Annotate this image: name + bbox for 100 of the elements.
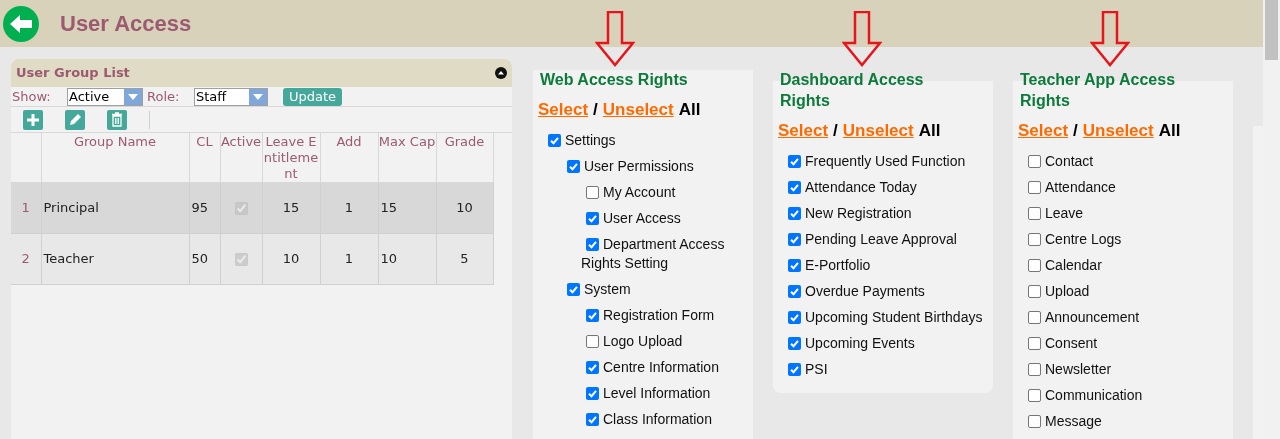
add-icon[interactable] [23,109,43,130]
column-header[interactable]: Group Name [41,133,189,183]
checkbox-label[interactable]: Contact [1013,152,1233,171]
dropdown[interactable]: Staff [194,87,268,106]
checkbox[interactable] [1028,310,1041,324]
table-cell: Teacher [41,233,189,285]
checkbox-label[interactable]: Frequently Used Function [773,152,993,171]
checkbox[interactable] [788,284,801,298]
checkbox[interactable] [788,258,801,272]
checkbox-label[interactable]: Upcoming Events [773,334,993,353]
collapse-icon[interactable] [495,67,507,79]
table-cell: 10 [262,233,320,285]
checkbox[interactable] [1028,232,1041,246]
column-header[interactable]: Grade [436,133,493,183]
column-header[interactable]: Max Cap [378,133,436,183]
down-arrow-icon [595,11,635,67]
checkbox-label[interactable]: Leave [1013,204,1233,223]
table-cell: 15 [378,182,436,234]
checkbox[interactable] [1028,180,1041,194]
down-arrow-icon [1090,11,1130,67]
column-header[interactable]: Leave Entitlement [262,133,320,183]
checkbox-label[interactable]: Attendance Today [773,178,993,197]
checkbox[interactable] [586,308,599,322]
checkbox[interactable] [1028,414,1041,428]
checkbox-label[interactable]: Registration Form [533,306,753,325]
checkbox[interactable] [788,310,801,324]
checkbox[interactable] [548,133,561,147]
checkbox-label[interactable]: Announcement [1013,308,1233,327]
checkbox[interactable] [1028,336,1041,350]
checkbox[interactable] [1028,258,1041,272]
checkbox-label[interactable]: Centre Logs [1013,230,1233,249]
scrollbar[interactable] [1263,0,1280,439]
table-cell: 95 [189,182,220,234]
checkbox[interactable] [1028,388,1041,402]
checkbox[interactable] [1028,362,1041,376]
checkbox[interactable] [788,180,801,194]
checkbox[interactable] [788,206,801,220]
checkbox-label[interactable]: Logo Upload [533,332,753,351]
checkbox-label[interactable]: Settings [533,131,753,150]
checkbox-label[interactable]: Upcoming Student Birthdays [773,308,993,327]
checkbox-label[interactable]: Class Information [533,410,753,429]
panel-title: User Group List [16,64,130,83]
checkbox-label[interactable]: System [533,280,753,299]
all-label: All [918,120,941,142]
checkbox-label[interactable]: Newsletter [1013,360,1233,379]
checkbox[interactable] [586,185,599,199]
section-title: Dashboard Access Rights [779,70,925,111]
checkbox[interactable] [567,282,580,296]
checkbox-label[interactable]: User Access [533,209,753,228]
checkbox[interactable] [586,237,599,251]
separator: / [1073,120,1078,142]
checkbox[interactable] [586,211,599,225]
table-cell: 10 [436,182,493,234]
checkbox[interactable] [586,386,599,400]
caret-icon[interactable] [128,93,138,100]
checkbox-label[interactable]: Upload [1013,282,1233,301]
checkbox-label[interactable]: Pending Leave Approval [773,230,993,249]
checkbox[interactable] [586,412,599,426]
checkbox-label[interactable]: Consent [1013,334,1233,353]
edit-icon[interactable] [65,109,85,130]
checkbox-label[interactable]: Centre Information [533,358,753,377]
checkbox-label[interactable]: Overdue Payments [773,282,993,301]
checkbox-label[interactable]: Calendar [1013,256,1233,275]
checkbox[interactable] [1028,154,1041,168]
table-cell: 15 [262,182,320,234]
table-cell: 50 [189,233,220,285]
checkbox[interactable] [1028,284,1041,298]
checkbox[interactable] [567,159,580,173]
checkbox[interactable] [1028,206,1041,220]
checkbox[interactable] [788,232,801,246]
table-cell: 1 [11,182,41,234]
all-label: All [1158,120,1181,142]
all-label: All [678,99,701,121]
checkbox-label[interactable]: New Registration [773,204,993,223]
table-cell: 1 [320,182,378,234]
checkbox-label[interactable]: User Permissions [533,157,753,176]
separator: / [833,120,838,142]
checkbox-label[interactable]: Message [1013,412,1233,431]
checkbox[interactable] [586,334,599,348]
table-cell: Principal [41,182,189,234]
trash-icon[interactable] [107,109,127,130]
checkbox[interactable] [788,362,801,376]
table-cell: 5 [436,233,493,285]
checkbox-label[interactable]: My Account [533,183,753,202]
column-header[interactable]: CL [189,133,220,183]
dropdown[interactable]: Active [67,87,143,106]
checkbox-label[interactable]: E-Portfolio [773,256,993,275]
separator: / [593,99,598,121]
checkbox-label[interactable]: Department Access Rights Setting [533,235,753,273]
caret-icon[interactable] [253,93,263,100]
checkbox[interactable] [788,336,801,350]
table-cell: 2 [11,233,41,285]
checkbox-label[interactable]: PSI [773,360,993,379]
checkbox[interactable] [788,154,801,168]
checkbox-label[interactable]: Attendance [1013,178,1233,197]
checkbox-label[interactable]: Level Information [533,384,753,403]
checkbox[interactable] [586,360,599,374]
checkbox-label[interactable]: Communication [1013,386,1233,405]
column-header[interactable]: Active [220,133,262,183]
column-header[interactable]: Add [320,133,378,183]
